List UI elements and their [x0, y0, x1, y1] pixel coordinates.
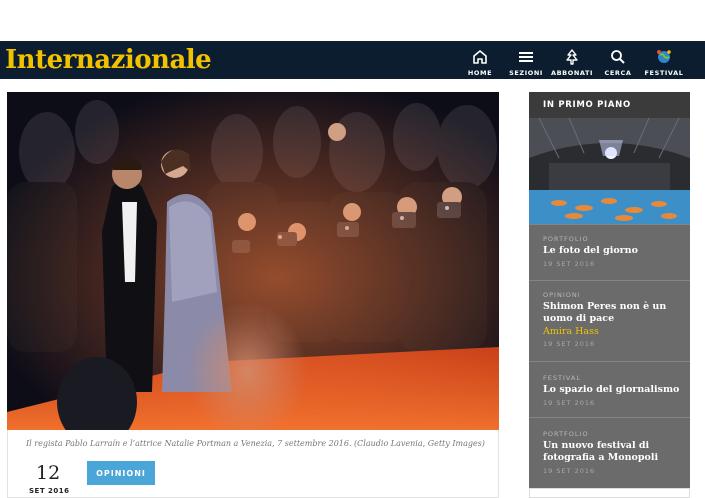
- sidebar-item-category: FESTIVAL: [543, 374, 581, 382]
- sidebar-item-headline[interactable]: Un nuovo festival di fotografia a Monopo…: [543, 440, 683, 464]
- sidebar-item[interactable]: PORTFOLIO Un nuovo festival di fotografi…: [529, 417, 690, 486]
- sidebar-item-category: PORTFOLIO: [543, 430, 589, 438]
- nav-festival-label: FESTIVAL: [644, 69, 684, 77]
- site-header: Internazionale HOME SEZIONI ABBONATI CER…: [0, 41, 705, 79]
- sidebar-item-category: OPINIONI: [543, 291, 581, 299]
- sidebar-next-box: [529, 488, 690, 498]
- top-margin: [0, 0, 705, 41]
- nav-search-label: CERCA: [604, 69, 632, 77]
- main-nav: HOME SEZIONI ABBONATI CERCA FESTIVAL: [457, 44, 687, 78]
- sidebar-item[interactable]: FESTIVAL Lo spazio del giornalismo 19 SE…: [529, 361, 690, 417]
- category-tag[interactable]: OPINIONI: [87, 461, 155, 485]
- sidebar-item-category: PORTFOLIO: [543, 235, 589, 243]
- home-icon: [473, 50, 487, 64]
- nav-search[interactable]: CERCA: [595, 44, 641, 78]
- sidebar-item-author[interactable]: Amira Hass: [543, 326, 690, 337]
- nav-festival[interactable]: FESTIVAL: [641, 44, 687, 78]
- nav-sections[interactable]: SEZIONI: [503, 44, 549, 78]
- sidebar-item-date: 19 SET 2016: [543, 399, 596, 407]
- pool-photo: [529, 118, 690, 224]
- nav-subscribe-label: ABBONATI: [550, 69, 594, 77]
- sidebar-item-date: 19 SET 2016: [543, 260, 596, 268]
- nav-home-label: HOME: [467, 69, 493, 77]
- nav-subscribe[interactable]: ABBONATI: [549, 44, 595, 78]
- search-icon: [611, 50, 625, 64]
- red-carpet-photo: [7, 92, 499, 430]
- sidebar-item[interactable]: OPINIONI Shimon Peres non è un uomo di p…: [529, 280, 690, 361]
- sidebar-item[interactable]: PORTFOLIO Le foto del giorno 19 SET 2016: [529, 224, 690, 280]
- subscribe-icon: [566, 49, 578, 65]
- caption-bar: Il regista Pablo Larraín e l’attrice Nat…: [7, 430, 499, 498]
- date-month: SET 2016: [29, 487, 70, 495]
- photo-caption: Il regista Pablo Larraín e l’attrice Nat…: [26, 439, 485, 448]
- site-logo[interactable]: Internazionale: [5, 44, 212, 76]
- main-article: Il regista Pablo Larraín e l’attrice Nat…: [7, 92, 499, 498]
- sidebar-item-date: 19 SET 2016: [543, 467, 596, 475]
- date-day: 12: [36, 462, 61, 484]
- sidebar-item-headline[interactable]: Shimon Peres non è un uomo di pace: [543, 301, 683, 325]
- menu-icon: [519, 52, 533, 62]
- nav-sections-label: SEZIONI: [509, 69, 543, 77]
- sidebar-item-headline[interactable]: Lo spazio del giornalismo: [543, 384, 683, 396]
- sidebar-item-headline[interactable]: Le foto del giorno: [543, 245, 683, 257]
- article-photo[interactable]: [7, 92, 499, 430]
- festival-icon: [657, 50, 671, 63]
- sidebar-in-primo-piano: IN PRIMO PIANO PORTFOLIO Le foto del gio…: [529, 92, 690, 498]
- sidebar-title: IN PRIMO PIANO: [529, 92, 690, 118]
- sidebar-item-date: 19 SET 2016: [543, 340, 596, 348]
- nav-home[interactable]: HOME: [457, 44, 503, 78]
- sidebar-thumbnail[interactable]: [529, 118, 690, 224]
